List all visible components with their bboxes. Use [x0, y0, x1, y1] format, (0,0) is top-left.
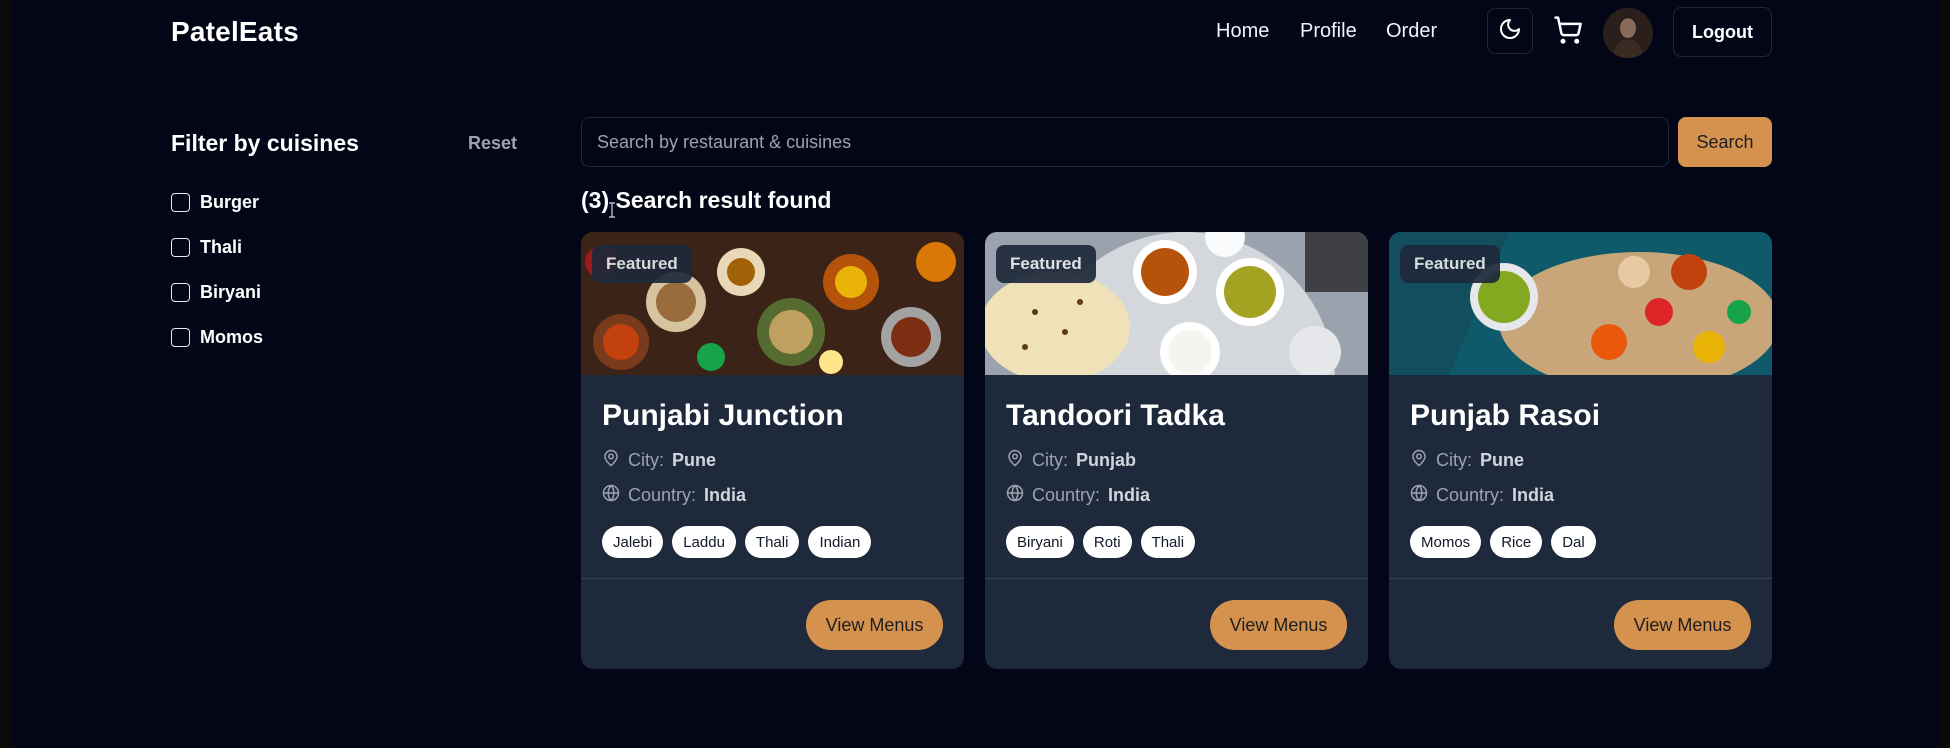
country-value: India: [704, 485, 747, 505]
filter-option-biryani[interactable]: Biryani: [171, 282, 261, 303]
cuisine-tag: Momos: [1410, 526, 1482, 558]
city-row: City: Pune: [1410, 449, 1524, 472]
restaurant-name: Tandoori Tadka: [1006, 399, 1225, 432]
result-count: (3) Search result found: [581, 187, 832, 213]
checkbox[interactable]: [171, 238, 190, 257]
checkbox[interactable]: [171, 283, 190, 302]
filter-option-label: Momos: [200, 327, 263, 347]
reset-button[interactable]: Reset: [468, 133, 517, 154]
view-menus-button[interactable]: View Menus: [1210, 600, 1347, 650]
city-value: Pune: [672, 450, 717, 470]
filter-title: Filter by cuisines: [171, 130, 359, 156]
cuisine-tag: Roti: [1082, 526, 1132, 558]
country-row: Country: India: [1006, 484, 1150, 507]
cuisine-tag: Thali: [1140, 526, 1196, 558]
cuisine-tags: Momos Rice Dal: [1410, 526, 1596, 558]
restaurant-card: Featured Tandoori Tadka City: Punjab Cou…: [985, 232, 1368, 669]
nav-home[interactable]: Home: [1216, 20, 1269, 43]
divider: [1389, 578, 1772, 579]
city-value: Punjab: [1076, 450, 1137, 470]
theme-toggle-button[interactable]: [1487, 8, 1533, 54]
cuisine-tags: Jalebi Laddu Thali Indian: [602, 526, 872, 558]
restaurant-image: Featured: [1389, 232, 1772, 375]
city-row: City: Punjab: [1006, 449, 1136, 472]
globe-icon: [1410, 484, 1428, 507]
cart-icon: [1553, 15, 1583, 50]
country-label: Country:: [1436, 485, 1505, 505]
country-row: Country: India: [1410, 484, 1554, 507]
filter-option-label: Thali: [200, 237, 243, 257]
search-input[interactable]: [581, 117, 1669, 167]
restaurant-card: Featured Punjab Rasoi City: Pune Country…: [1389, 232, 1772, 669]
country-label: Country:: [628, 485, 697, 505]
moon-icon: [1498, 17, 1522, 46]
view-menus-button[interactable]: View Menus: [1614, 600, 1751, 650]
checkbox[interactable]: [171, 193, 190, 212]
cuisine-tags: Biryani Roti Thali: [1006, 526, 1196, 558]
restaurant-image: Featured: [985, 232, 1368, 375]
search-button[interactable]: Search: [1678, 117, 1772, 167]
restaurant-card: Featured Punjabi Junction City: Pune Cou…: [581, 232, 964, 669]
featured-badge: Featured: [592, 245, 692, 283]
logout-button[interactable]: Logout: [1673, 7, 1772, 57]
filter-option-momos[interactable]: Momos: [171, 327, 263, 348]
checkbox[interactable]: [171, 328, 190, 347]
cuisine-tag: Dal: [1551, 526, 1596, 558]
right-edge-strip: [1940, 0, 1950, 748]
cuisine-tag: Indian: [808, 526, 872, 558]
divider: [985, 578, 1368, 579]
featured-badge: Featured: [996, 245, 1096, 283]
cuisine-tag: Rice: [1490, 526, 1543, 558]
nav-profile[interactable]: Profile: [1300, 20, 1357, 43]
filter-option-label: Biryani: [200, 282, 262, 302]
filter-option-label: Burger: [200, 192, 260, 212]
left-edge-strip: [0, 0, 12, 748]
filter-option-thali[interactable]: Thali: [171, 237, 242, 258]
city-label: City:: [1032, 450, 1068, 470]
cuisine-tag: Biryani: [1006, 526, 1074, 558]
country-value: India: [1512, 485, 1555, 505]
filter-option-burger[interactable]: Burger: [171, 192, 259, 213]
cuisine-tag: Jalebi: [602, 526, 664, 558]
brand-logo[interactable]: PatelEats: [171, 16, 299, 48]
featured-badge: Featured: [1400, 245, 1500, 283]
map-pin-icon: [1006, 449, 1024, 472]
user-avatar[interactable]: [1603, 8, 1653, 58]
map-pin-icon: [602, 449, 620, 472]
country-label: Country:: [1032, 485, 1101, 505]
country-row: Country: India: [602, 484, 746, 507]
restaurant-name: Punjab Rasoi: [1410, 399, 1601, 432]
restaurant-name: Punjabi Junction: [602, 399, 844, 432]
cuisine-tag: Laddu: [672, 526, 736, 558]
restaurant-image: Featured: [581, 232, 964, 375]
divider: [581, 578, 964, 579]
globe-icon: [602, 484, 620, 507]
nav-order[interactable]: Order: [1386, 20, 1437, 43]
cuisine-tag: Thali: [744, 526, 800, 558]
city-label: City:: [1436, 450, 1472, 470]
globe-icon: [1006, 484, 1024, 507]
city-row: City: Pune: [602, 449, 716, 472]
cart-button[interactable]: [1550, 14, 1586, 50]
city-label: City:: [628, 450, 664, 470]
text-cursor-icon: [609, 202, 615, 218]
map-pin-icon: [1410, 449, 1428, 472]
city-value: Pune: [1480, 450, 1525, 470]
view-menus-button[interactable]: View Menus: [806, 600, 943, 650]
country-value: India: [1108, 485, 1151, 505]
